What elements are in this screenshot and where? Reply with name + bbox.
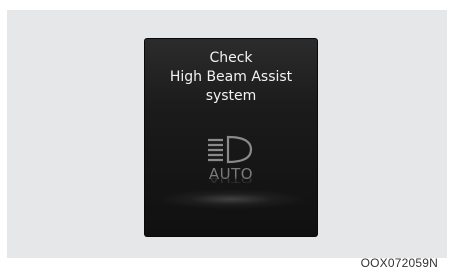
high-beam-auto-icon [208, 135, 253, 164]
message-line-3: system [205, 88, 257, 104]
figure-reference-code: OOX072059N [360, 256, 438, 270]
message-line-2: High Beam Assist [169, 69, 293, 85]
cluster-display: Check High Beam Assist system AUTO AUTO [144, 38, 318, 237]
auto-label-reflection: AUTO [208, 175, 254, 184]
warning-message: Check High Beam Assist system [144, 49, 318, 106]
message-line-1: Check [209, 50, 253, 66]
